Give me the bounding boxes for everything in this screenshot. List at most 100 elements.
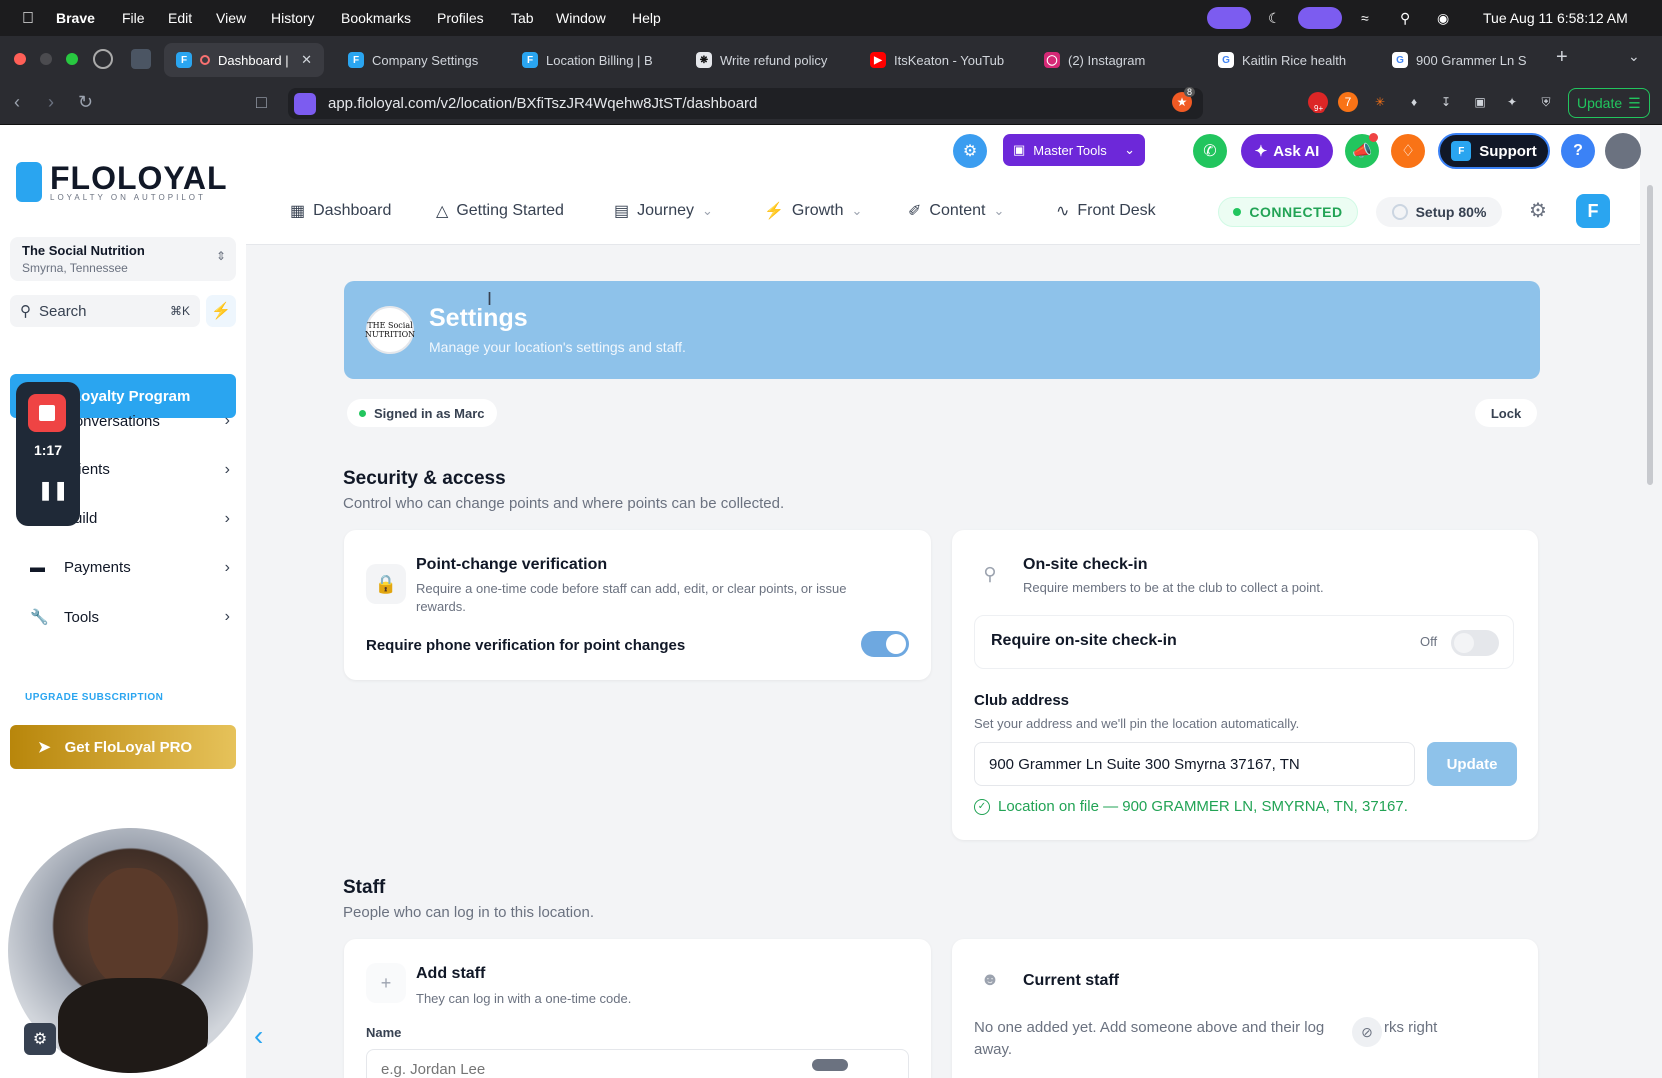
extension-orange-icon[interactable]: 7 [1338, 92, 1358, 112]
nav-label: Growth [791, 202, 844, 219]
sidebar-item-tools[interactable]: 🔧 Tools › [30, 608, 230, 626]
ask-ai-button[interactable]: ✦ Ask AI [1241, 134, 1333, 168]
phone-verification-toggle[interactable] [861, 631, 909, 657]
avatar[interactable] [1605, 133, 1641, 169]
sidebar-item-label: Payments [64, 559, 131, 576]
google-icon: G [1392, 52, 1408, 68]
close-tab-icon[interactable]: ✕ [301, 52, 312, 68]
bell-icon[interactable]: ♢ [1391, 134, 1425, 168]
webcam-settings-icon[interactable]: ⚙ [24, 1023, 56, 1055]
spotlight-icon[interactable]: ⚲ [1400, 10, 1410, 27]
menu-bookmarks[interactable]: Bookmarks [341, 10, 411, 26]
password-manager-icon[interactable] [812, 1059, 848, 1071]
nav-content[interactable]: ✐ Content ⌄ [908, 201, 1004, 221]
tab-instagram[interactable]: ◯ (2) Instagram [1032, 43, 1192, 77]
forward-icon[interactable]: › [48, 92, 54, 113]
checkin-toggle-row: Require on-site check-in Off [974, 615, 1514, 669]
location-logo: THE Social NUTRITION [365, 306, 415, 354]
collapse-sidebar-icon[interactable]: ‹ [254, 1020, 263, 1052]
reload-icon[interactable]: ↻ [78, 92, 93, 113]
users-icon: ☻ [970, 959, 1010, 999]
logo[interactable]: FLOLOYAL LOYALTY ON AUTOPILOT [16, 162, 227, 202]
tab-write-refund-policy[interactable]: ❋ Write refund policy [684, 43, 844, 77]
vpn-shield-icon[interactable]: ⛨ [1536, 92, 1556, 112]
settings-gear-button[interactable]: ⚙ [953, 134, 987, 168]
setup-progress[interactable]: Setup 80% [1376, 197, 1502, 227]
record-dot-icon [200, 55, 210, 65]
sidebar-toggle-icon[interactable] [131, 49, 151, 69]
hide-eye-icon[interactable]: ⊘ [1352, 1017, 1382, 1047]
lock-button[interactable]: Lock [1475, 399, 1537, 427]
nav-front-desk[interactable]: ∿ Front Desk [1056, 201, 1156, 221]
screen-mirror-icon[interactable] [1298, 7, 1342, 29]
clock-text[interactable]: Tue Aug 11 6:58:12 AM [1483, 10, 1628, 26]
security-section-subtitle: Control who can change points and where … [343, 495, 785, 512]
tab-company-settings[interactable]: F Company Settings [336, 43, 496, 77]
empty-state-text-cont: rks right [1384, 1019, 1438, 1036]
tab-location-billing[interactable]: F Location Billing | B [510, 43, 670, 77]
menu-help[interactable]: Help [632, 10, 661, 26]
minimize-window-button[interactable] [40, 53, 52, 65]
menu-file[interactable]: File [122, 10, 145, 26]
master-tools-button[interactable]: ▣ Master Tools ⌄ [1003, 134, 1145, 166]
nav-growth[interactable]: ⚡ Growth ⌄ [764, 201, 862, 221]
apple-icon[interactable]:  [22, 10, 34, 28]
phone-button[interactable]: ✆ [1193, 134, 1227, 168]
help-button[interactable]: ? [1561, 134, 1595, 168]
leo-ai-icon[interactable]: ✦ [1502, 92, 1522, 112]
quick-action-lightning-button[interactable]: ⚡ [206, 295, 236, 327]
update-button[interactable]: Update ☰ [1568, 88, 1650, 118]
tab-list-icon[interactable]: ⌄ [1628, 48, 1640, 65]
new-tab-icon[interactable]: + [1556, 46, 1568, 69]
app-name[interactable]: Brave [56, 10, 95, 26]
close-window-button[interactable] [14, 53, 26, 65]
support-label: Support [1479, 142, 1537, 160]
wallet-icon[interactable]: ▣ [1470, 92, 1490, 112]
stop-recording-button[interactable] [28, 394, 66, 432]
support-button[interactable]: F Support [1438, 133, 1550, 169]
tab-kaitlin-rice[interactable]: G Kaitlin Rice health [1206, 43, 1366, 77]
nav-label: Getting Started [456, 202, 564, 219]
extension-star-icon[interactable]: ✳ [1370, 92, 1390, 112]
update-address-button[interactable]: Update [1427, 742, 1517, 786]
rocket-icon: ➤ [38, 739, 51, 756]
menu-tab[interactable]: Tab [511, 10, 534, 26]
location-switcher[interactable]: The Social Nutrition Smyrna, Tennessee ⇕ [10, 237, 236, 281]
scrollbar-thumb[interactable] [1647, 185, 1653, 485]
gear-icon[interactable]: ⚙ [1529, 198, 1547, 223]
wifi-icon[interactable]: ≈ [1361, 10, 1369, 26]
recording-icon[interactable] [93, 49, 113, 69]
menu-view[interactable]: View [216, 10, 246, 26]
tab-youtube[interactable]: ▶ ItsKeaton - YouTub [858, 43, 1018, 77]
tab-dashboard[interactable]: F Dashboard | ✕ [164, 43, 324, 77]
nav-dashboard[interactable]: ▦ Dashboard [290, 201, 391, 221]
url-bar[interactable]: app.floloyal.com/v2/location/BXfiTszJR4W… [288, 88, 1203, 119]
download-icon[interactable]: ↧ [1436, 92, 1456, 112]
screen-recorder-icon[interactable] [1207, 7, 1251, 29]
back-icon[interactable]: ‹ [14, 92, 20, 113]
sidebar-item-payments[interactable]: ▬ Payments › [30, 559, 230, 577]
site-info-icon[interactable] [294, 93, 316, 115]
tab-900-grammer[interactable]: G 900 Grammer Ln S [1380, 43, 1540, 77]
address-input[interactable]: 900 Grammer Ln Suite 300 Smyrna 37167, T… [974, 742, 1415, 786]
get-pro-button[interactable]: ➤ Get FloLoyal PRO [10, 725, 236, 769]
control-center-icon[interactable]: ◉ [1437, 10, 1449, 27]
bookmark-icon[interactable]: □ [256, 92, 267, 113]
menu-history[interactable]: History [271, 10, 315, 26]
search-input[interactable]: ⚲ Search ⌘K [10, 295, 200, 327]
menu-profiles[interactable]: Profiles [437, 10, 484, 26]
nav-getting-started[interactable]: △ Getting Started [436, 201, 564, 221]
staff-section-title: Staff [343, 877, 386, 898]
connected-label: CONNECTED [1249, 204, 1343, 220]
extensions-puzzle-icon[interactable]: ♦ [1404, 92, 1424, 112]
onsite-checkin-toggle[interactable] [1451, 630, 1499, 656]
menu-window[interactable]: Window [556, 10, 606, 26]
pause-icon[interactable]: ❚❚ [38, 480, 68, 501]
nav-journey[interactable]: ▤ Journey ⌄ [614, 201, 713, 221]
menu-edit[interactable]: Edit [168, 10, 192, 26]
moon-icon[interactable]: ☾ [1268, 10, 1281, 27]
url-text: app.floloyal.com/v2/location/BXfiTszJR4W… [328, 95, 758, 112]
maximize-window-button[interactable] [66, 53, 78, 65]
page-scrollbar[interactable] [1640, 177, 1662, 1078]
floloyal-app-icon[interactable]: F [1576, 194, 1610, 228]
